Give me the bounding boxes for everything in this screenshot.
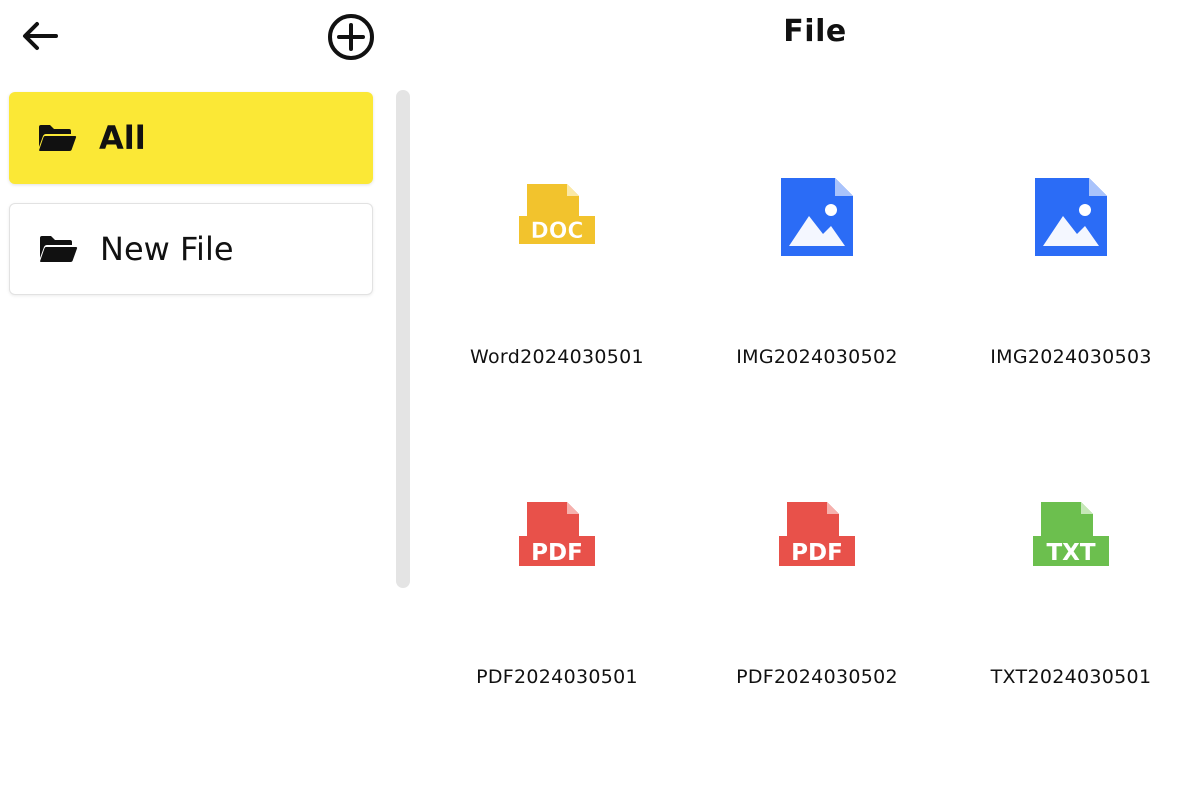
file-item[interactable]: PDF PDF2024030501: [432, 478, 682, 728]
add-button[interactable]: [324, 12, 378, 62]
folder-open-icon: [39, 125, 77, 151]
file-name: IMG2024030502: [736, 346, 898, 368]
file-item[interactable]: IMG2024030503: [946, 158, 1196, 408]
image-file-icon: [781, 178, 853, 256]
file-name: TXT2024030501: [990, 666, 1152, 688]
file-name: Word2024030501: [470, 346, 644, 368]
txt-file-icon: TXT: [1033, 502, 1109, 566]
sidebar-item-all[interactable]: All: [9, 92, 373, 184]
file-item[interactable]: DOC Word2024030501: [432, 158, 682, 408]
sidebar-item-label: All: [99, 119, 146, 157]
file-name: PDF2024030501: [476, 666, 638, 688]
page-title: File: [783, 14, 847, 49]
sidebar-item-new-file[interactable]: New File: [9, 203, 373, 295]
file-manager-page: File All New File DOC Word2024030501 IMG…: [0, 0, 1201, 797]
plus-circle-icon: [328, 14, 374, 60]
svg-text:DOC: DOC: [530, 219, 583, 244]
svg-text:PDF: PDF: [531, 540, 583, 566]
back-button[interactable]: [18, 16, 62, 56]
panel-divider[interactable]: [396, 90, 410, 588]
arrow-left-icon: [23, 22, 58, 50]
svg-text:TXT: TXT: [1046, 540, 1095, 566]
doc-file-icon: DOC: [519, 184, 595, 244]
file-name: PDF2024030502: [736, 666, 898, 688]
sidebar-item-label: New File: [100, 230, 234, 268]
pdf-file-icon: PDF: [519, 502, 595, 566]
pdf-file-icon: PDF: [779, 502, 855, 566]
file-name: IMG2024030503: [990, 346, 1152, 368]
image-file-icon: [1035, 178, 1107, 256]
file-item[interactable]: PDF PDF2024030502: [692, 478, 942, 728]
folder-open-icon: [40, 236, 78, 262]
svg-text:PDF: PDF: [791, 540, 843, 566]
file-item[interactable]: IMG2024030502: [692, 158, 942, 408]
file-item[interactable]: TXT TXT2024030501: [946, 478, 1196, 728]
